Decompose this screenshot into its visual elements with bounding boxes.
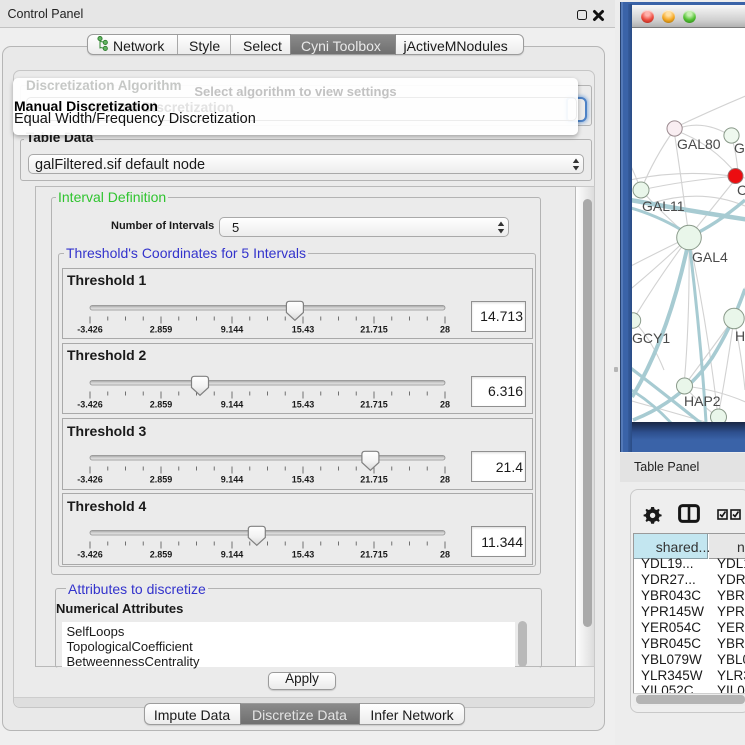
svg-text:-3.426: -3.426 <box>77 324 103 334</box>
svg-text:GAL11: GAL11 <box>642 198 685 214</box>
svg-text:21.715: 21.715 <box>360 475 388 485</box>
svg-text:9.144: 9.144 <box>221 550 244 560</box>
svg-text:-3.426: -3.426 <box>77 399 103 409</box>
svg-text:2.859: 2.859 <box>150 550 173 560</box>
svg-text:15.43: 15.43 <box>292 550 315 560</box>
svg-text:2.859: 2.859 <box>150 324 173 334</box>
svg-text:H: H <box>735 328 745 344</box>
svg-text:21.715: 21.715 <box>360 550 388 560</box>
svg-text:15.43: 15.43 <box>292 475 315 485</box>
svg-text:GCY1: GCY1 <box>632 330 670 346</box>
svg-text:15.43: 15.43 <box>292 399 315 409</box>
svg-text:-3.426: -3.426 <box>77 550 103 560</box>
svg-text:28: 28 <box>440 475 450 485</box>
svg-text:9.144: 9.144 <box>221 475 244 485</box>
svg-text:C: C <box>737 182 745 198</box>
svg-text:GA: GA <box>734 140 745 156</box>
svg-text:9.144: 9.144 <box>221 399 244 409</box>
svg-text:28: 28 <box>440 324 450 334</box>
svg-text:-3.426: -3.426 <box>77 475 103 485</box>
svg-text:GAL80: GAL80 <box>677 136 721 152</box>
svg-text:28: 28 <box>440 399 450 409</box>
svg-text:GAL4: GAL4 <box>692 249 728 265</box>
svg-text:28: 28 <box>440 550 450 560</box>
svg-text:9.144: 9.144 <box>221 324 244 334</box>
svg-text:2.859: 2.859 <box>150 399 173 409</box>
svg-text:15.43: 15.43 <box>292 324 315 334</box>
svg-text:21.715: 21.715 <box>360 324 388 334</box>
svg-text:21.715: 21.715 <box>360 399 388 409</box>
svg-text:HAP2: HAP2 <box>684 393 721 409</box>
svg-text:2.859: 2.859 <box>150 475 173 485</box>
